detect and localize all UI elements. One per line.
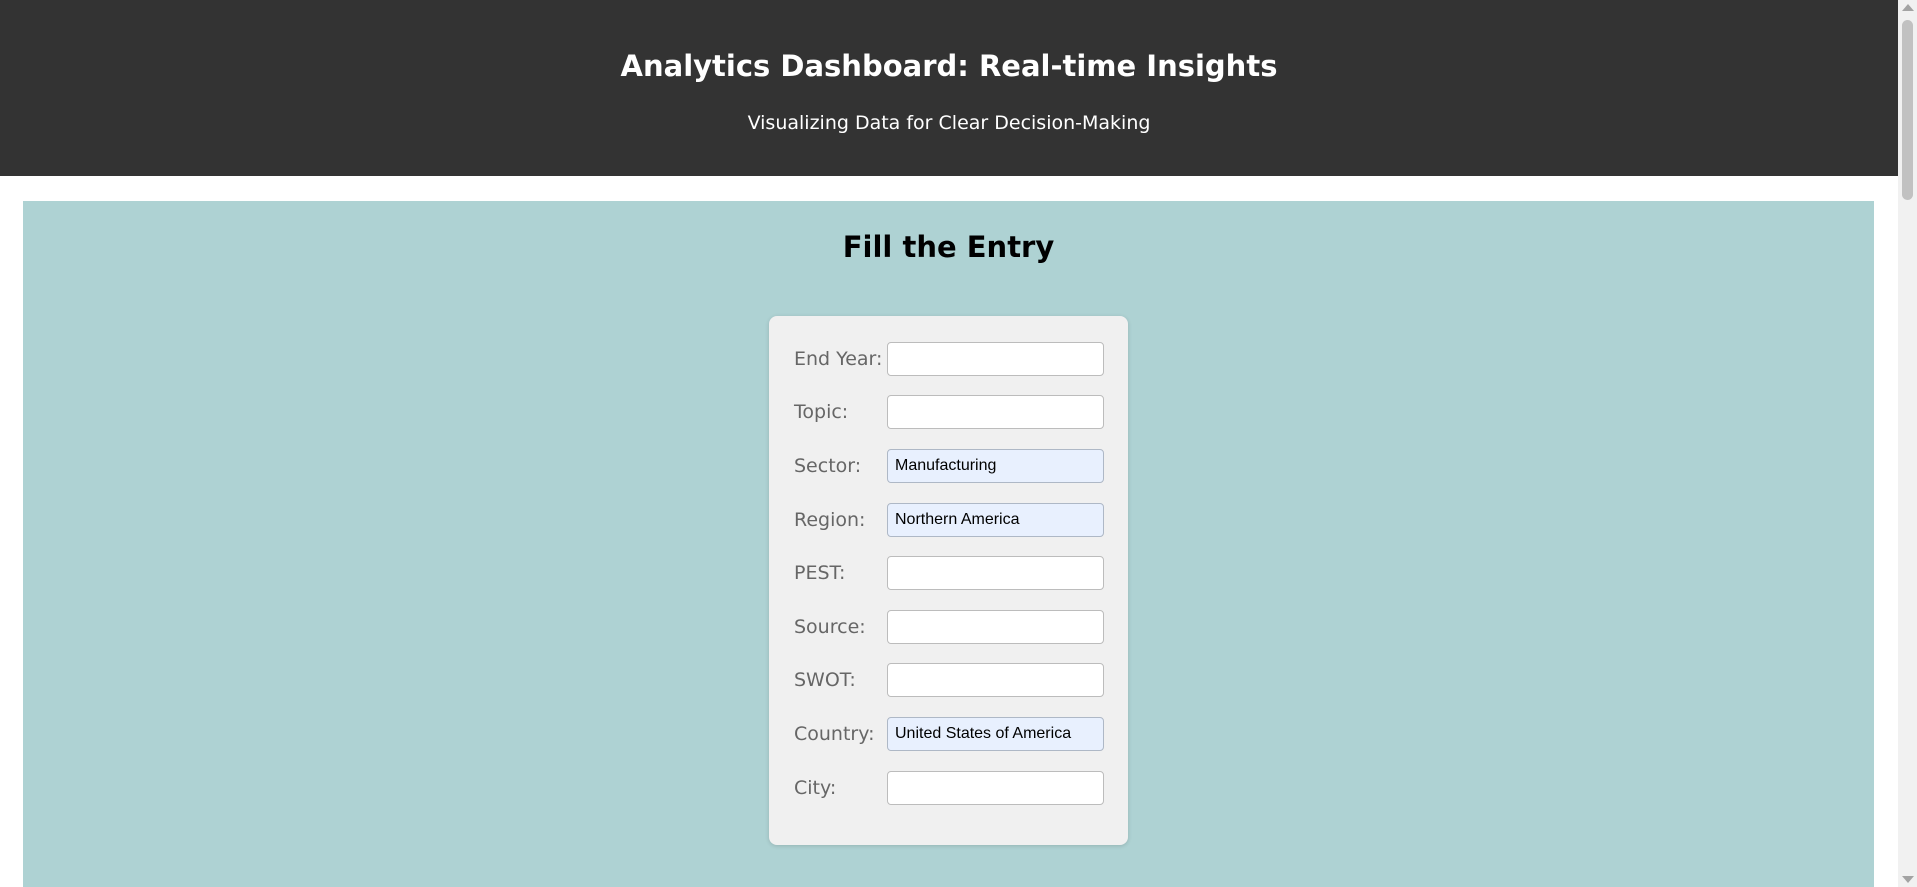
end-year-row: End Year: (794, 342, 1104, 376)
source-input[interactable] (887, 610, 1104, 644)
sector-row: Sector: (794, 449, 1104, 483)
topic-input[interactable] (887, 395, 1104, 429)
swot-input[interactable] (887, 663, 1104, 697)
end-year-input[interactable] (887, 342, 1104, 376)
vertical-scrollbar[interactable] (1898, 0, 1917, 887)
swot-row: SWOT: (794, 663, 1104, 697)
country-label: Country: (794, 723, 875, 745)
source-label: Source: (794, 616, 866, 638)
topic-label: Topic: (794, 401, 849, 423)
sector-input[interactable] (887, 449, 1104, 483)
swot-label: SWOT: (794, 669, 856, 691)
city-input[interactable] (887, 771, 1104, 805)
entry-section: Fill the Entry End Year: Topic: Sector: … (23, 201, 1874, 887)
city-label: City: (794, 777, 837, 799)
pest-input[interactable] (887, 556, 1104, 590)
form-heading: Fill the Entry (842, 230, 1055, 264)
country-input[interactable] (887, 717, 1104, 751)
scroll-thumb[interactable] (1902, 20, 1913, 200)
entry-form-card: End Year: Topic: Sector: Region: PEST: S… (769, 316, 1128, 845)
region-row: Region: (794, 503, 1104, 537)
page-title: Analytics Dashboard: Real-time Insights (620, 49, 1278, 83)
sector-label: Sector: (794, 455, 862, 477)
page-subtitle: Visualizing Data for Clear Decision-Maki… (747, 112, 1151, 134)
topic-row: Topic: (794, 395, 1104, 429)
country-row: Country: (794, 717, 1104, 751)
source-row: Source: (794, 610, 1104, 644)
city-row: City: (794, 771, 1104, 805)
pest-row: PEST: (794, 556, 1104, 590)
pest-label: PEST: (794, 562, 846, 584)
scroll-up-arrow-icon[interactable] (1902, 4, 1914, 11)
header: Analytics Dashboard: Real-time Insights … (0, 0, 1898, 176)
page: Analytics Dashboard: Real-time Insights … (0, 0, 1917, 887)
region-label: Region: (794, 509, 866, 531)
region-input[interactable] (887, 503, 1104, 537)
scroll-down-arrow-icon[interactable] (1902, 876, 1914, 883)
end-year-label: End Year: (794, 348, 883, 370)
